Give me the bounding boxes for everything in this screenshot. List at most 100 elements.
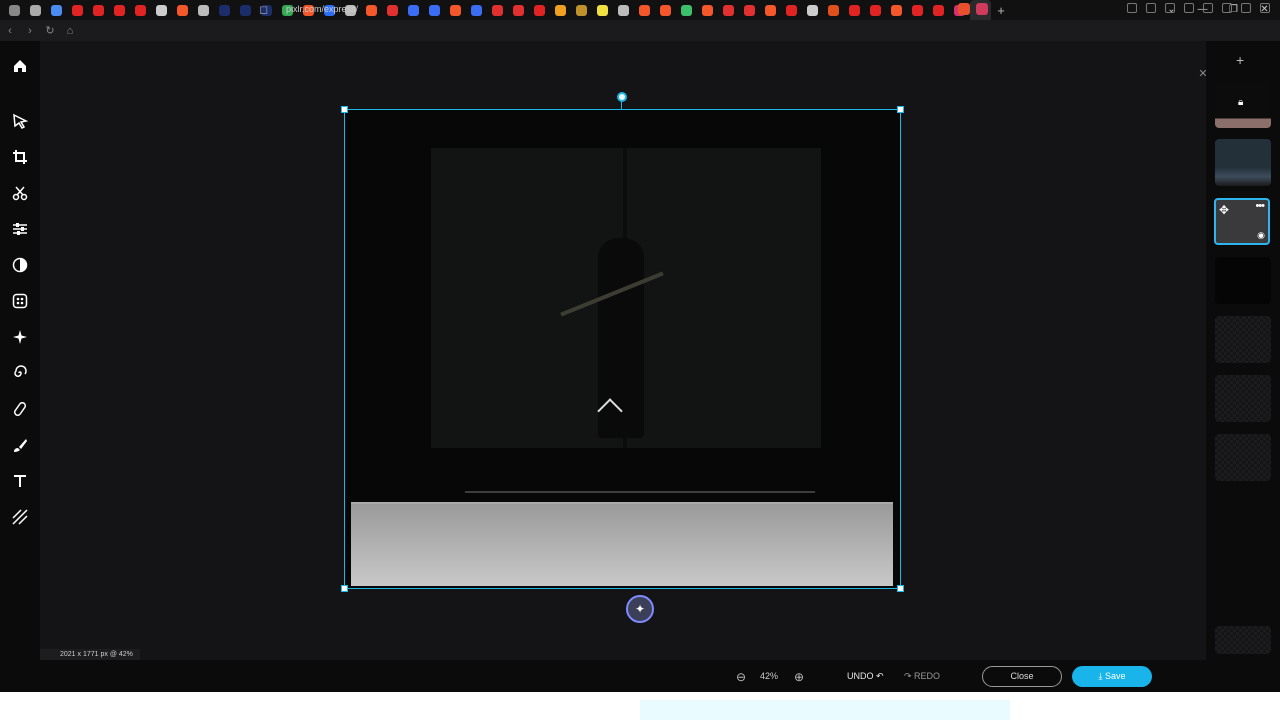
browser-tab[interactable] bbox=[760, 0, 781, 20]
browser-tab[interactable] bbox=[214, 0, 235, 20]
browser-tab[interactable] bbox=[781, 0, 802, 20]
browser-tab[interactable] bbox=[928, 0, 949, 20]
resize-handle-bottom-right[interactable] bbox=[897, 585, 904, 592]
brush-tool-icon[interactable] bbox=[10, 435, 30, 455]
forward-icon[interactable]: › bbox=[20, 25, 40, 37]
new-tab-icon[interactable]: + bbox=[991, 3, 1011, 18]
home-page-icon[interactable]: ⌂ bbox=[60, 25, 80, 37]
arrange-tool-icon[interactable] bbox=[10, 111, 30, 131]
browser-tab[interactable] bbox=[739, 0, 760, 20]
browser-tab[interactable] bbox=[88, 0, 109, 20]
browser-tab[interactable] bbox=[424, 0, 445, 20]
eye-icon[interactable]: ◉ bbox=[1257, 230, 1265, 241]
media-icon[interactable] bbox=[1165, 3, 1175, 13]
browser-tab[interactable] bbox=[4, 0, 25, 20]
browser-tab[interactable] bbox=[151, 0, 172, 20]
reload-icon[interactable]: ↻ bbox=[40, 24, 60, 37]
horizon-line bbox=[465, 491, 815, 493]
browser-tab[interactable] bbox=[361, 0, 382, 20]
pattern-tool-icon[interactable] bbox=[10, 507, 30, 527]
brave-rewards-icon[interactable] bbox=[976, 3, 988, 15]
browser-tab[interactable] bbox=[823, 0, 844, 20]
download-icon[interactable] bbox=[1146, 3, 1156, 13]
text-tool-icon[interactable] bbox=[10, 471, 30, 491]
ai-magic-button[interactable]: ✦ bbox=[626, 595, 654, 623]
browser-tab[interactable] bbox=[193, 0, 214, 20]
filter-tool-icon[interactable] bbox=[10, 255, 30, 275]
layer-thumb-5[interactable] bbox=[1215, 316, 1271, 363]
browser-tab[interactable] bbox=[445, 0, 466, 20]
extensions-icon[interactable] bbox=[1127, 3, 1137, 13]
browser-tab[interactable] bbox=[67, 0, 88, 20]
zoom-level: 42% bbox=[760, 671, 779, 681]
browser-tab[interactable] bbox=[697, 0, 718, 20]
speaker-icon bbox=[807, 4, 818, 16]
layer-thumb-selected[interactable]: ✥ ••• ◉ bbox=[1214, 198, 1270, 245]
more-options-icon[interactable]: ••• bbox=[1255, 200, 1265, 212]
brave-shield-icon[interactable] bbox=[958, 3, 970, 15]
layer-thumb-4[interactable] bbox=[1215, 257, 1271, 304]
redo-button[interactable]: ↷ REDO bbox=[904, 671, 940, 682]
resize-handle-top-left[interactable] bbox=[341, 106, 348, 113]
layer-thumb-2[interactable] bbox=[1215, 139, 1271, 186]
browser-tab[interactable] bbox=[865, 0, 886, 20]
home-icon[interactable] bbox=[10, 56, 30, 76]
effect-tool-icon[interactable] bbox=[10, 291, 30, 311]
browser-tab[interactable] bbox=[109, 0, 130, 20]
browser-tab[interactable] bbox=[634, 0, 655, 20]
browser-tab[interactable] bbox=[25, 0, 46, 20]
image-canvas[interactable] bbox=[345, 110, 901, 588]
cutout-tool-icon[interactable] bbox=[10, 183, 30, 203]
browser-tab[interactable] bbox=[550, 0, 571, 20]
browser-tab[interactable] bbox=[466, 0, 487, 20]
liquify-tool-icon[interactable] bbox=[10, 363, 30, 383]
layer-thumb-locked[interactable]: 🔒︎ bbox=[1215, 81, 1271, 128]
site-icon bbox=[681, 4, 692, 16]
browser-tab[interactable] bbox=[613, 0, 634, 20]
browser-tab[interactable] bbox=[508, 0, 529, 20]
browser-tab[interactable] bbox=[571, 0, 592, 20]
add-layer-icon[interactable]: + bbox=[1236, 52, 1244, 68]
browser-tab[interactable] bbox=[844, 0, 865, 20]
layer-thumb-8[interactable] bbox=[1215, 626, 1271, 654]
close-button[interactable]: Close bbox=[982, 666, 1062, 687]
browser-tab[interactable] bbox=[655, 0, 676, 20]
browser-tab[interactable] bbox=[802, 0, 823, 20]
browser-tab[interactable] bbox=[907, 0, 928, 20]
wallet-icon[interactable] bbox=[1203, 3, 1213, 13]
us-icon bbox=[219, 4, 230, 16]
browser-tab[interactable] bbox=[172, 0, 193, 20]
back-icon[interactable]: ‹ bbox=[0, 25, 20, 37]
zoom-in-icon[interactable]: ⊕ bbox=[792, 670, 806, 684]
heal-tool-icon[interactable] bbox=[10, 399, 30, 419]
undo-button[interactable]: UNDO ↶ bbox=[847, 671, 884, 682]
rotate-handle[interactable] bbox=[617, 92, 627, 102]
browser-tab[interactable] bbox=[529, 0, 550, 20]
site-icon bbox=[576, 4, 587, 16]
leo-icon[interactable] bbox=[1222, 3, 1232, 13]
url-text[interactable]: pixlr.com/express/ bbox=[286, 4, 358, 14]
vpn-icon[interactable] bbox=[1241, 3, 1251, 13]
resize-handle-top-right[interactable] bbox=[897, 106, 904, 113]
browser-tab[interactable] bbox=[382, 0, 403, 20]
browser-tab[interactable] bbox=[403, 0, 424, 20]
zoom-out-icon[interactable]: ⊖ bbox=[734, 670, 748, 684]
crop-tool-icon[interactable] bbox=[10, 147, 30, 167]
layer-thumb-7[interactable] bbox=[1215, 434, 1271, 481]
layer-thumb-6[interactable] bbox=[1215, 375, 1271, 422]
browser-tab[interactable] bbox=[676, 0, 697, 20]
browser-tab[interactable] bbox=[592, 0, 613, 20]
browser-tab[interactable] bbox=[886, 0, 907, 20]
adjust-tool-icon[interactable] bbox=[10, 219, 30, 239]
browser-tab[interactable] bbox=[130, 0, 151, 20]
browser-tab[interactable] bbox=[718, 0, 739, 20]
bookmark-icon[interactable]: ◻ bbox=[259, 3, 268, 16]
sidebar-icon[interactable] bbox=[1184, 3, 1194, 13]
resize-handle-bottom-left[interactable] bbox=[341, 585, 348, 592]
save-button[interactable]: ⤓ Save bbox=[1072, 666, 1152, 687]
browser-tab[interactable] bbox=[487, 0, 508, 20]
browser-tab[interactable] bbox=[235, 0, 256, 20]
browser-tab[interactable] bbox=[46, 0, 67, 20]
retouch-tool-icon[interactable] bbox=[10, 327, 30, 347]
menu-icon[interactable] bbox=[1260, 3, 1270, 13]
